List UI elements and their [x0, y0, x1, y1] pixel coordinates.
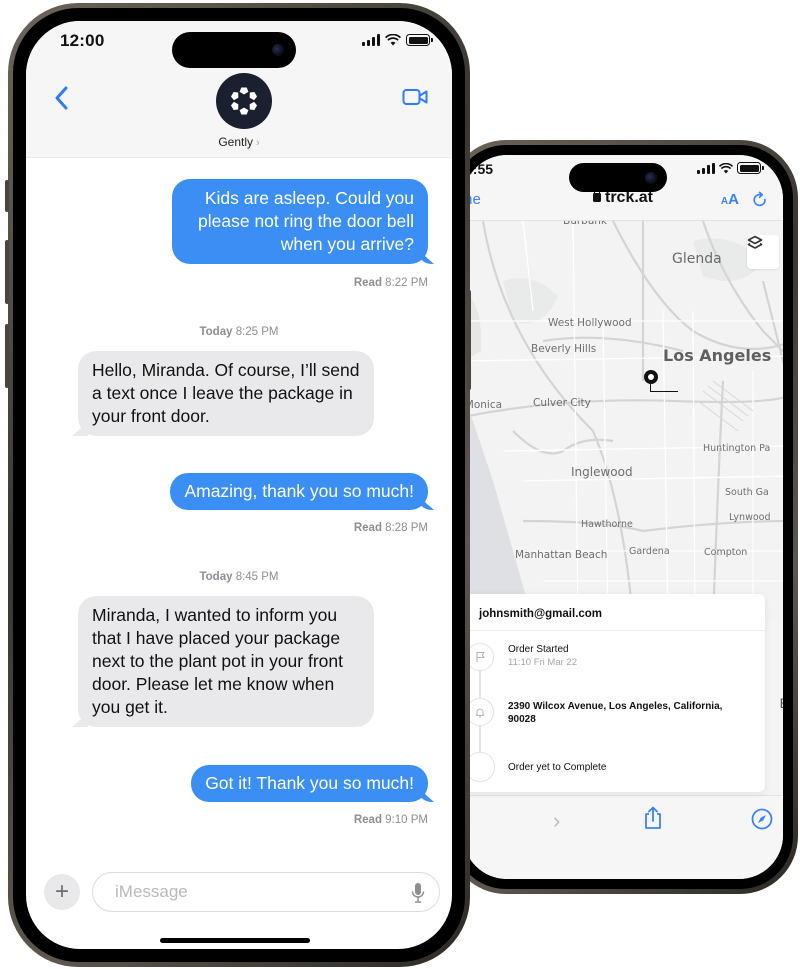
location-pin[interactable]	[644, 370, 658, 384]
battery-icon	[406, 34, 433, 46]
safari-toolbar: ›	[463, 795, 783, 879]
message-bubble-incoming[interactable]: Miranda, I wanted to inform you that I h…	[78, 596, 374, 727]
map-label-south-gate: South Ga	[725, 487, 769, 498]
read-receipt: Read 8:28 PM	[354, 522, 428, 534]
messages-screen: 12:00 Gently › Kids are asleep. Could yo…	[26, 21, 452, 949]
battery-icon	[737, 162, 764, 174]
forward-icon[interactable]: ›	[553, 808, 560, 834]
map-label-inglewood: Inglewood	[571, 465, 633, 479]
map-label-lynwood: Lynwood	[729, 512, 771, 523]
map-label-manhattan-beach: Manhattan Beach	[515, 549, 608, 561]
map-label-west-hollywood: West Hollywood	[548, 317, 632, 329]
divider	[463, 630, 765, 631]
microphone-icon[interactable]	[411, 882, 425, 904]
timeline-subtitle-started: 11:10 Fri Mar 22	[508, 657, 577, 668]
wifi-icon	[719, 162, 733, 173]
message-bubble-incoming[interactable]: Hello, Miranda. Of course, I’ll send a t…	[78, 351, 374, 436]
read-receipt: Read 8:22 PM	[354, 277, 428, 289]
map-label-hawthorne: Hawthorne	[581, 519, 633, 530]
map-label-compton: Compton	[704, 547, 748, 558]
map-roads	[463, 221, 783, 621]
map-label-beverly-hills: Beverly Hills	[531, 343, 597, 355]
status-icons	[697, 162, 764, 174]
share-icon[interactable]	[643, 806, 663, 830]
timestamp-divider: Today 8:25 PM	[26, 326, 452, 338]
timeline-title-started: Order Started	[508, 644, 569, 655]
status-time: 12:00	[60, 31, 105, 50]
wifi-icon	[385, 34, 401, 46]
read-time: 8:22 PM	[385, 277, 428, 289]
volume-button	[467, 290, 471, 390]
read-label: Read	[353, 814, 382, 826]
read-receipt: Read 9:10 PM	[354, 814, 428, 826]
contact-name-text: Gently	[218, 135, 253, 149]
layers-icon	[747, 235, 763, 249]
tracking-phone: 4:55 Done trck.at AA	[448, 140, 798, 894]
compass-icon[interactable]	[751, 808, 773, 830]
message-input[interactable]	[115, 882, 395, 902]
flag-icon	[475, 651, 485, 662]
message-bubble-outgoing[interactable]: Amazing, thank you so much!	[170, 473, 428, 510]
dynamic-island	[172, 32, 296, 68]
video-call-icon[interactable]	[402, 87, 428, 107]
text-size-button[interactable]: AA	[721, 191, 739, 208]
message-bubble-outgoing[interactable]: Got it! Thank you so much!	[191, 765, 428, 802]
timestamp-time: 8:25 PM	[235, 326, 279, 338]
back-chevron-icon[interactable]	[54, 85, 70, 111]
bell-icon	[475, 708, 485, 717]
timestamp-day: Today	[199, 326, 233, 338]
timestamp-time: 8:45 PM	[235, 571, 279, 583]
timeline-node-address	[466, 698, 494, 726]
read-label: Read	[353, 277, 382, 289]
lock-icon	[592, 188, 601, 202]
map-label-edge: B	[780, 695, 783, 711]
volume-down-button	[5, 324, 9, 388]
read-time: 8:28 PM	[385, 522, 428, 534]
customer-email: johnsmith@gmail.com	[479, 608, 603, 620]
phone-bezel: 12:00 Gently › Kids are asleep. Could yo…	[13, 8, 465, 962]
messages-header: 12:00 Gently ›	[26, 21, 452, 158]
volume-up-button	[5, 240, 9, 304]
map-label-burbank: Burbank	[563, 221, 608, 227]
timeline-node-started	[466, 643, 494, 671]
map-label-glendale: Glenda	[672, 251, 722, 267]
map-label-los-angeles: Los Angeles	[663, 346, 772, 365]
map-label-huntington-park: Huntington Pa	[703, 443, 771, 454]
contact-avatar[interactable]	[216, 73, 272, 129]
tracking-card: johnsmith@gmail.com Order Started 11:10 …	[463, 594, 765, 792]
map-label-gardena: Gardena	[629, 546, 670, 557]
contact-name[interactable]: Gently ›	[26, 135, 452, 149]
safari-top-bar: 4:55 Done trck.at AA	[463, 155, 783, 221]
phone-bezel: 4:55 Done trck.at AA	[453, 145, 793, 889]
timestamp-divider: Today 8:45 PM	[26, 571, 452, 583]
map-view[interactable]: Burbank Glenda West Hollywood Beverly Hi…	[463, 221, 783, 621]
map-label-culver-city: Culver City	[533, 397, 591, 409]
pin-leader-line	[650, 383, 678, 392]
messages-phone: 12:00 Gently › Kids are asleep. Could yo…	[8, 3, 470, 967]
message-compose[interactable]	[92, 872, 440, 912]
gently-logo-icon	[229, 86, 259, 116]
status-icons	[362, 34, 433, 46]
home-indicator	[160, 938, 310, 943]
safari-screen: 4:55 Done trck.at AA	[463, 155, 783, 879]
action-button	[5, 180, 9, 212]
apps-plus-button[interactable]: +	[44, 874, 80, 910]
contact-chevron-icon: ›	[256, 137, 260, 149]
message-bubble-outgoing[interactable]: Kids are asleep. Could you please not ri…	[172, 179, 428, 264]
timeline-title-complete: Order yet to Complete	[508, 762, 607, 773]
read-label: Read	[353, 522, 382, 534]
read-time: 9:10 PM	[385, 814, 428, 826]
timeline-title-address: 2390 Wilcox Avenue, Los Angeles, Califor…	[508, 701, 723, 725]
timestamp-day: Today	[199, 571, 233, 583]
dynamic-island	[569, 163, 667, 192]
layers-button[interactable]	[747, 235, 779, 269]
signal-icon	[362, 34, 380, 46]
reload-icon[interactable]	[751, 191, 769, 209]
signal-icon	[697, 162, 715, 174]
